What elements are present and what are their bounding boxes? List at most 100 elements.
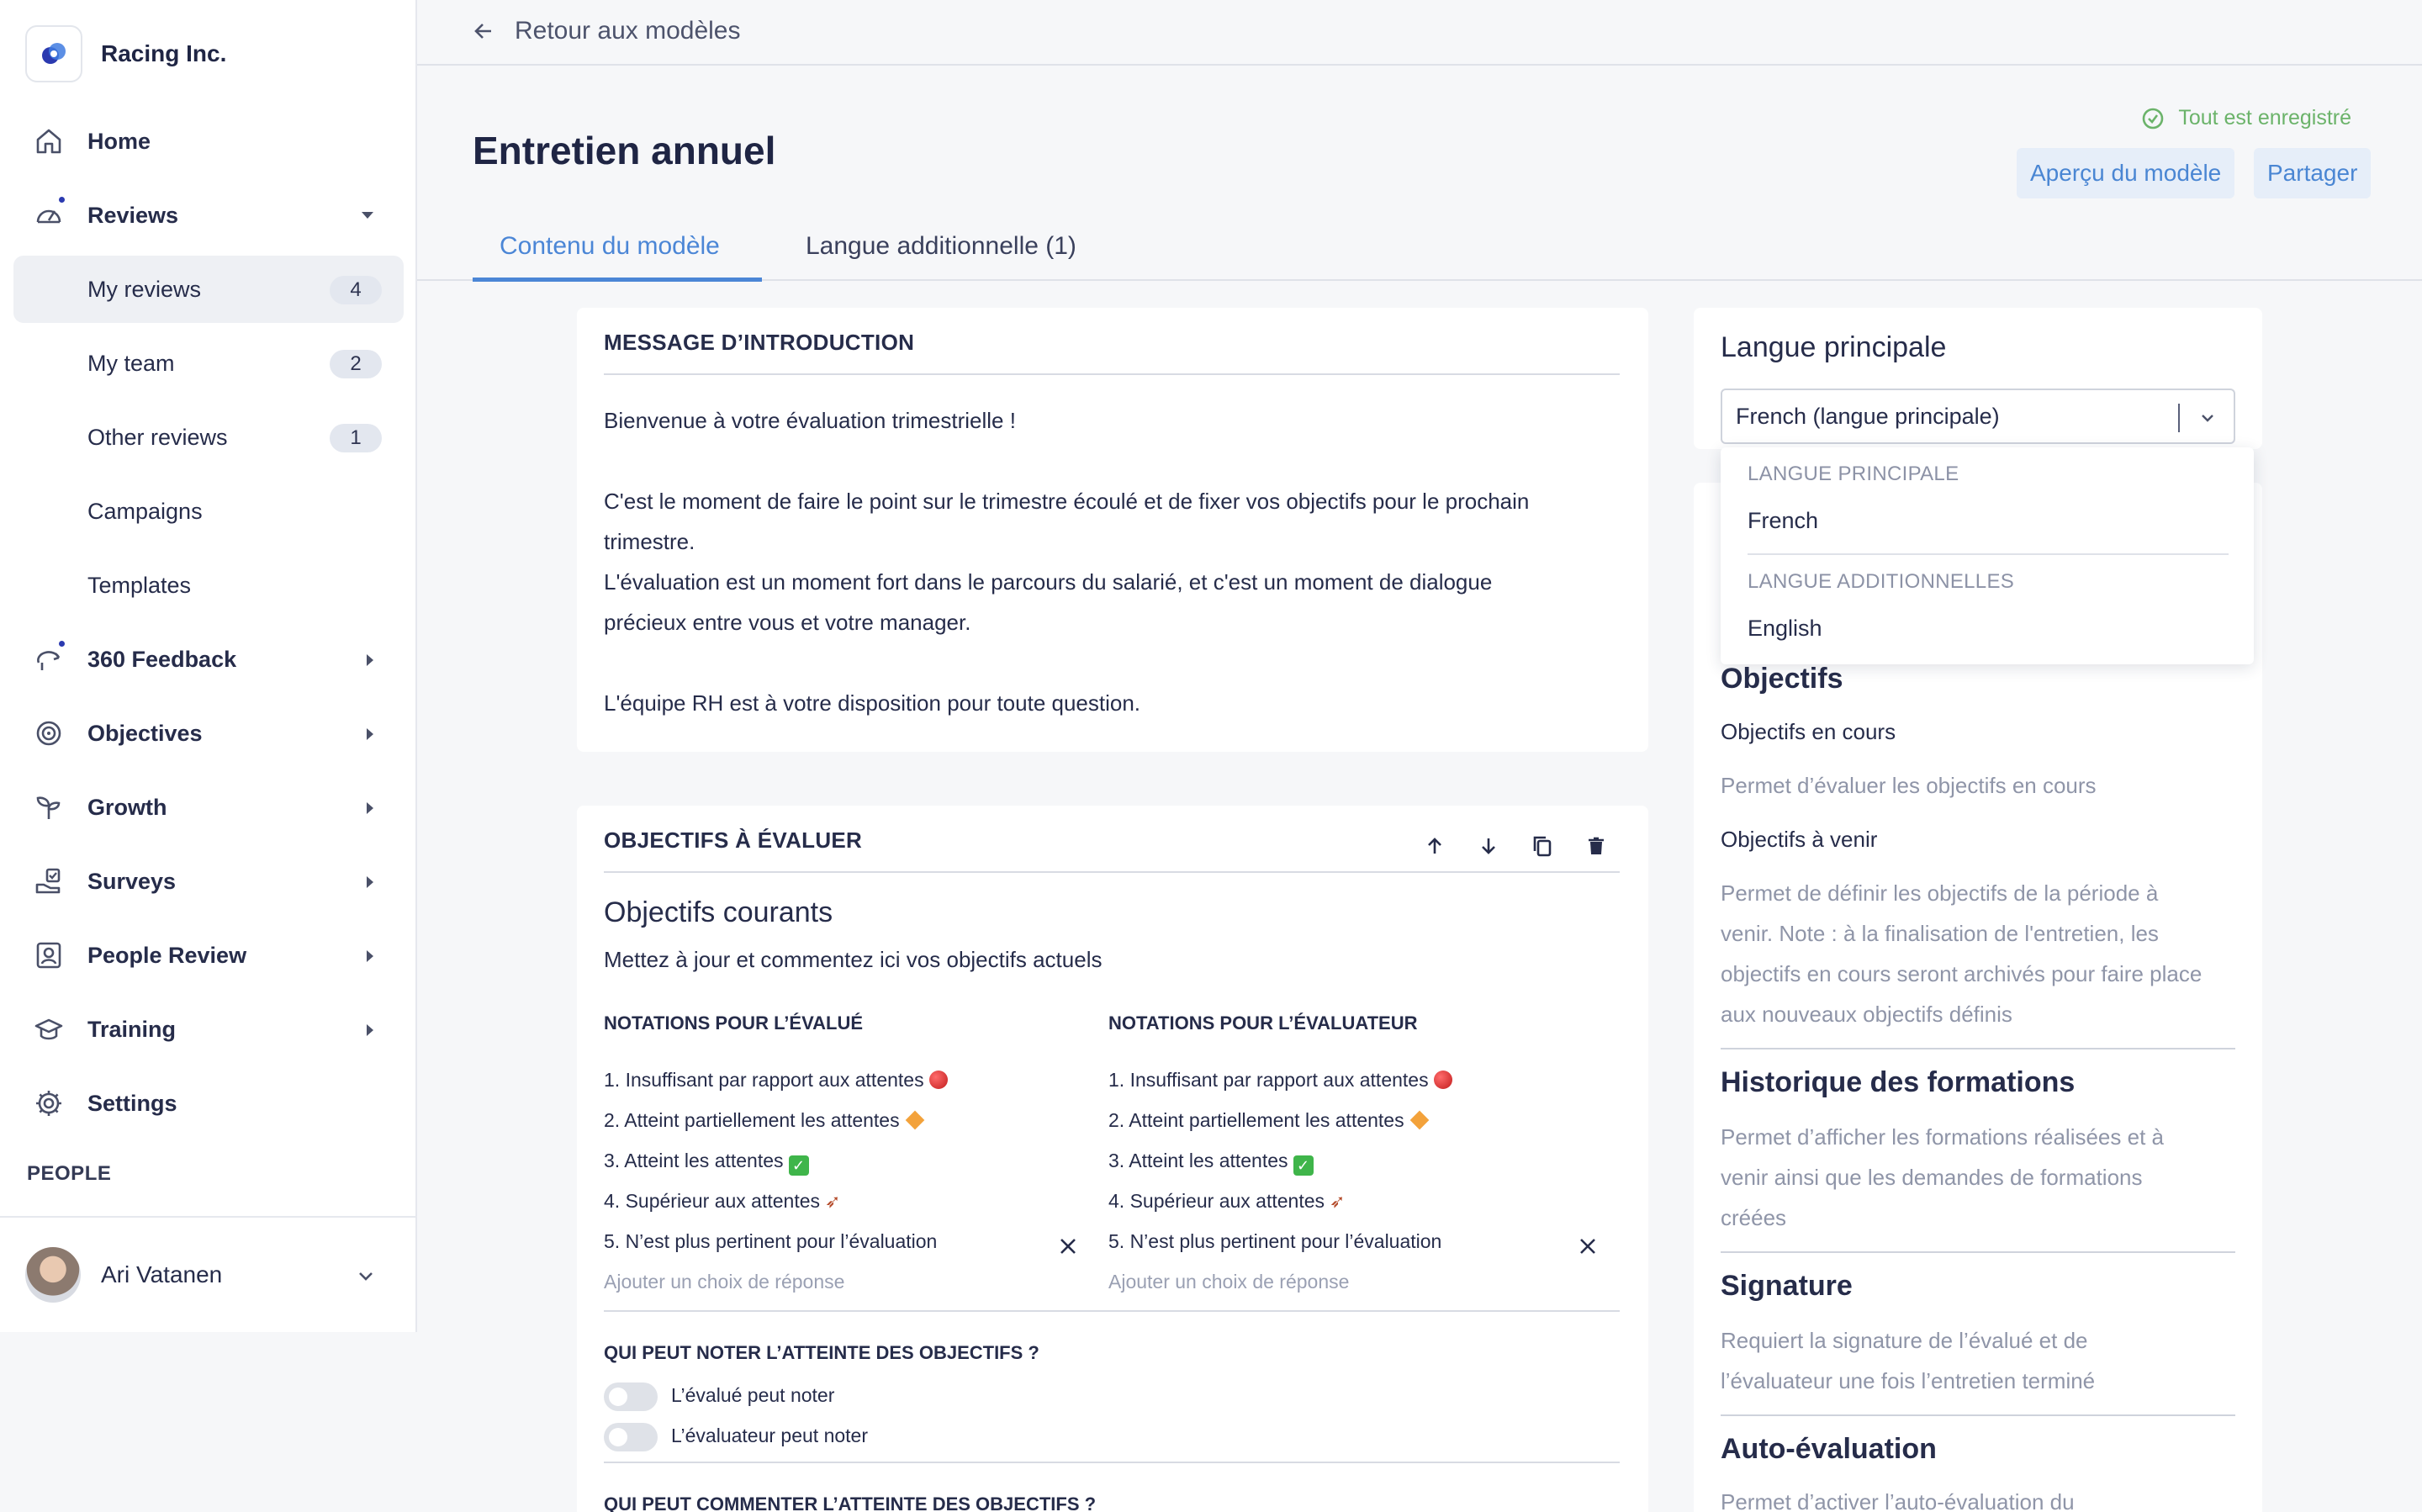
count-badge: 4 <box>330 276 382 304</box>
rating-option[interactable]: 2. Atteint partiellement les attentes <box>1108 1100 1596 1140</box>
block-current-objectives[interactable]: Objectifs en cours <box>1721 711 2235 752</box>
block-current-objectives-desc: Permet d’évaluer les objectifs en cours <box>1721 773 2097 798</box>
arrow-up-icon <box>1428 838 1441 854</box>
rating-option[interactable]: 3. Atteint les attentes ✓ <box>1108 1140 1596 1181</box>
dropdown-group-main: LANGUE PRINCIPALE <box>1748 463 1959 485</box>
nav-my-team[interactable]: My team 2 <box>13 330 404 397</box>
nav-my-reviews[interactable]: My reviews 4 <box>13 256 404 323</box>
back-link[interactable]: Retour aux modèles <box>473 17 740 45</box>
divider <box>604 871 1620 873</box>
add-choice-input[interactable]: Ajouter un choix de réponse <box>604 1261 1092 1302</box>
intro-line: trimestre. <box>604 529 695 554</box>
nav-other-reviews[interactable]: Other reviews 1 <box>13 404 404 471</box>
objectives-title[interactable]: Objectifs courants <box>604 896 833 929</box>
remove-choice-close-icon[interactable] <box>1576 1234 1600 1258</box>
intro-line: C'est le moment de faire le point sur le… <box>604 489 1530 514</box>
preview-template-button[interactable]: Aperçu du modèle <box>2017 148 2235 198</box>
block-toolbar <box>1399 827 1615 864</box>
rating-option[interactable]: 3. Atteint les attentes ✓ <box>604 1140 1092 1181</box>
nav-objectives[interactable]: Objectives <box>13 700 404 767</box>
delete-button[interactable] <box>1578 827 1615 864</box>
tab-template-content[interactable]: Contenu du modèle <box>500 232 720 261</box>
rating-option-label: 4. Supérieur aux attentes <box>1108 1190 1325 1212</box>
intro-message-card: MESSAGE D’INTRODUCTION Bienvenue à votre… <box>577 308 1648 752</box>
evaluee-ratings-list: 1. Insuffisant par rapport aux attentes … <box>604 1060 1092 1302</box>
user-menu[interactable]: Ari Vatanen <box>0 1216 415 1332</box>
rating-option[interactable]: 1. Insuffisant par rapport aux attentes <box>1108 1060 1596 1100</box>
rating-option[interactable]: 1. Insuffisant par rapport aux attentes <box>604 1060 1092 1100</box>
move-down-button[interactable] <box>1470 827 1507 864</box>
rating-option-label: 3. Atteint les attentes <box>1108 1150 1288 1171</box>
rating-option[interactable]: 2. Atteint partiellement les attentes <box>604 1100 1092 1140</box>
brand-logo-icon <box>25 25 82 82</box>
desc-line: l’évaluateur une fois l’entretien termin… <box>1721 1368 2096 1393</box>
evaluee-rate-label: L’évalué peut noter <box>671 1384 835 1406</box>
nav-templates[interactable]: Templates <box>13 552 404 619</box>
nav-growth[interactable]: Growth <box>13 774 404 841</box>
chevron-down-icon[interactable] <box>2198 409 2217 427</box>
rating-option[interactable]: 4. Supérieur aux attentes ➶ <box>1108 1181 1596 1221</box>
block-self-eval-title[interactable]: Auto-évaluation <box>1721 1433 1937 1466</box>
nav-360-feedback[interactable]: 360 Feedback <box>13 626 404 693</box>
objectives-subtitle[interactable]: Mettez à jour et commentez ici vos objec… <box>604 947 1102 973</box>
nav-campaigns[interactable]: Campaigns <box>13 478 404 545</box>
nav-reviews[interactable]: Reviews <box>13 182 404 249</box>
divider <box>1721 1048 2235 1049</box>
desc-line: venir ainsi que les demandes de formatio… <box>1721 1165 2143 1190</box>
intro-line: L'équipe RH est à votre disposition pour… <box>604 690 1141 716</box>
chevron-down-icon[interactable] <box>357 1266 375 1285</box>
share-button[interactable]: Partager <box>2254 148 2372 198</box>
rating-option[interactable]: 4. Supérieur aux attentes ➶ <box>604 1181 1092 1221</box>
orange-diamond-icon <box>1409 1110 1429 1130</box>
rating-option[interactable]: 5. N’est plus pertinent pour l’évaluatio… <box>604 1221 1092 1261</box>
rating-option-label: 2. Atteint partiellement les attentes <box>1108 1109 1404 1131</box>
nav-settings-label: Settings <box>87 1090 177 1116</box>
language-select[interactable]: French (langue principale) <box>1721 389 2235 444</box>
desc-line: Permet de définir les objectifs de la pé… <box>1721 880 2159 906</box>
brand[interactable]: Racing Inc. <box>25 25 226 82</box>
block-signature-title[interactable]: Signature <box>1721 1270 1853 1303</box>
intro-text[interactable]: Bienvenue à votre évaluation trimestriel… <box>604 400 1621 723</box>
block-next-objectives[interactable]: Objectifs à venir <box>1721 819 2235 859</box>
select-separator <box>2178 404 2180 432</box>
active-tab-indicator <box>473 278 762 282</box>
block-training-title[interactable]: Historique des formations <box>1721 1066 2075 1099</box>
rating-option-label: 4. Supérieur aux attentes <box>604 1190 820 1212</box>
tab-additional-language[interactable]: Langue additionnelle (1) <box>806 232 1076 261</box>
desc-line: créées <box>1721 1205 1787 1230</box>
nav-reviews-label: Reviews <box>87 202 179 228</box>
nav-training[interactable]: Training <box>13 996 404 1063</box>
save-status-label: Tout est enregistré <box>2178 106 2351 130</box>
rating-option[interactable]: 5. N’est plus pertinent pour l’évaluatio… <box>1108 1221 1596 1261</box>
dropdown-option-french[interactable]: French <box>1748 508 1818 534</box>
block-objectives-title[interactable]: Objectifs <box>1721 663 1843 695</box>
nav-people-review[interactable]: People Review <box>13 922 404 989</box>
tab-bar: Contenu du modèle Langue additionnelle (… <box>417 220 2422 282</box>
back-link-label: Retour aux modèles <box>515 17 741 45</box>
add-choice-input[interactable]: Ajouter un choix de réponse <box>1108 1261 1596 1302</box>
move-up-button[interactable] <box>1416 827 1453 864</box>
check-circle-icon <box>2143 108 2164 129</box>
nav-360-label: 360 Feedback <box>87 646 237 672</box>
nav-surveys[interactable]: Surveys <box>13 848 404 915</box>
desc-line: aux nouveaux objectifs définis <box>1721 1002 2012 1027</box>
arrow-down-icon <box>1482 838 1495 854</box>
rating-option-label: 5. N’est plus pertinent pour l’évaluatio… <box>604 1230 938 1252</box>
remove-choice-close-icon[interactable] <box>1056 1234 1080 1258</box>
evaluee-rate-toggle[interactable] <box>604 1382 658 1411</box>
nav-objectives-label: Objectives <box>87 720 203 746</box>
rocket-icon: ➶ <box>825 1191 841 1212</box>
duplicate-button[interactable] <box>1524 827 1561 864</box>
nav-home[interactable]: Home <box>13 108 404 175</box>
feedback-loop-icon <box>37 651 61 670</box>
check-mark-icon: ✓ <box>1293 1155 1314 1176</box>
nav-my-team-label: My team <box>87 350 175 376</box>
count-badge: 2 <box>330 350 382 378</box>
nav-settings[interactable]: Settings <box>13 1070 404 1137</box>
evaluator-ratings-heading: NOTATIONS POUR L’ÉVALUATEUR <box>1108 1012 1418 1034</box>
nav-growth-label: Growth <box>87 794 167 820</box>
dropdown-option-english[interactable]: English <box>1748 616 1822 642</box>
evaluator-rate-toggle[interactable] <box>604 1423 658 1451</box>
notification-dot <box>57 639 66 648</box>
notification-dot <box>57 195 66 204</box>
